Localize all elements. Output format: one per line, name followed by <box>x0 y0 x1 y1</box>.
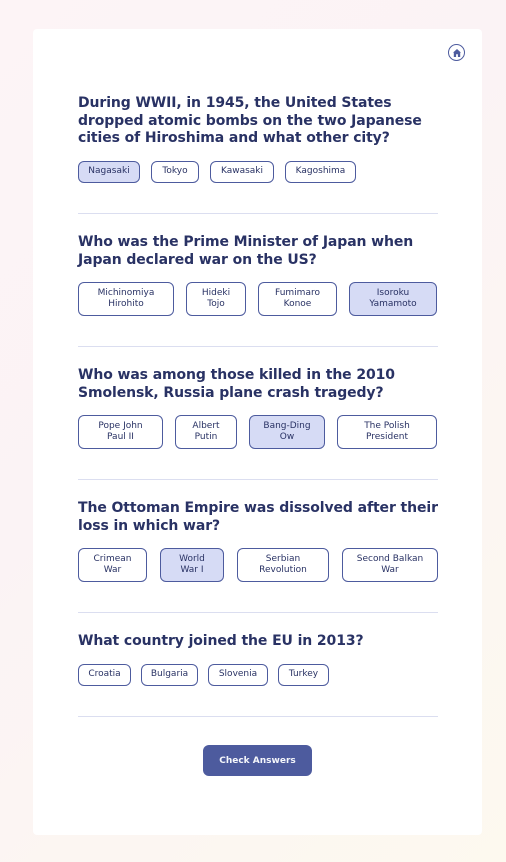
answer-option[interactable]: Pope John Paul II <box>78 415 163 449</box>
question-4: The Ottoman Empire was dissolved after t… <box>78 500 438 582</box>
answer-option[interactable]: Fumimaro Konoe <box>258 282 337 316</box>
answer-option[interactable]: Nagasaki <box>78 160 140 183</box>
home-button[interactable] <box>448 44 465 61</box>
answer-option[interactable]: Bang-Ding Ow <box>249 415 325 449</box>
answer-option[interactable]: Second Balkan War <box>342 548 438 582</box>
question-4-options: Crimean War World War I Serbian Revoluti… <box>78 548 438 582</box>
answer-option[interactable]: World War I <box>160 548 224 582</box>
answer-option[interactable]: Tokyo <box>151 160 199 183</box>
question-5-text: What country joined the EU in 2013? <box>78 633 364 649</box>
question-5: What country joined the EU in 2013? Croa… <box>78 633 438 686</box>
divider <box>78 716 438 717</box>
quiz-card: During WWII, in 1945, the United States … <box>33 29 482 835</box>
answer-option[interactable]: Croatia <box>78 663 131 686</box>
answer-option[interactable]: Kawasaki <box>210 160 274 183</box>
check-answers-button[interactable]: Check Answers <box>203 745 312 776</box>
answer-option[interactable]: Crimean War <box>78 548 147 582</box>
home-icon <box>452 48 461 57</box>
question-1: During WWII, in 1945, the United States … <box>78 95 438 183</box>
question-2-text: Who was the Prime Minister of Japan when… <box>78 234 414 268</box>
question-5-options: Croatia Bulgaria Slovenia Turkey <box>78 663 438 686</box>
question-1-text: During WWII, in 1945, the United States … <box>78 95 422 146</box>
answer-option[interactable]: Turkey <box>278 663 329 686</box>
answer-option[interactable]: Albert Putin <box>175 415 237 449</box>
divider <box>78 612 438 613</box>
question-3: Who was among those killed in the 2010 S… <box>78 367 438 449</box>
answer-option[interactable]: Hideki Tojo <box>186 282 246 316</box>
answer-option[interactable]: Kagoshima <box>285 160 356 183</box>
divider <box>78 346 438 347</box>
answer-option[interactable]: Bulgaria <box>141 663 198 686</box>
answer-option[interactable]: Michinomiya Hirohito <box>78 282 174 316</box>
question-3-text: Who was among those killed in the 2010 S… <box>78 367 395 401</box>
divider <box>78 213 438 214</box>
answer-option[interactable]: Isoroku Yamamoto <box>349 282 437 316</box>
answer-option[interactable]: Serbian Revolution <box>237 548 329 582</box>
answer-option[interactable]: Slovenia <box>208 663 268 686</box>
divider <box>78 479 438 480</box>
answer-option[interactable]: The Polish President <box>337 415 437 449</box>
question-2-options: Michinomiya Hirohito Hideki Tojo Fumimar… <box>78 282 438 316</box>
question-3-options: Pope John Paul II Albert Putin Bang-Ding… <box>78 415 438 449</box>
question-1-options: Nagasaki Tokyo Kawasaki Kagoshima <box>78 160 357 183</box>
question-4-text: The Ottoman Empire was dissolved after t… <box>78 500 438 534</box>
question-2: Who was the Prime Minister of Japan when… <box>78 234 438 316</box>
